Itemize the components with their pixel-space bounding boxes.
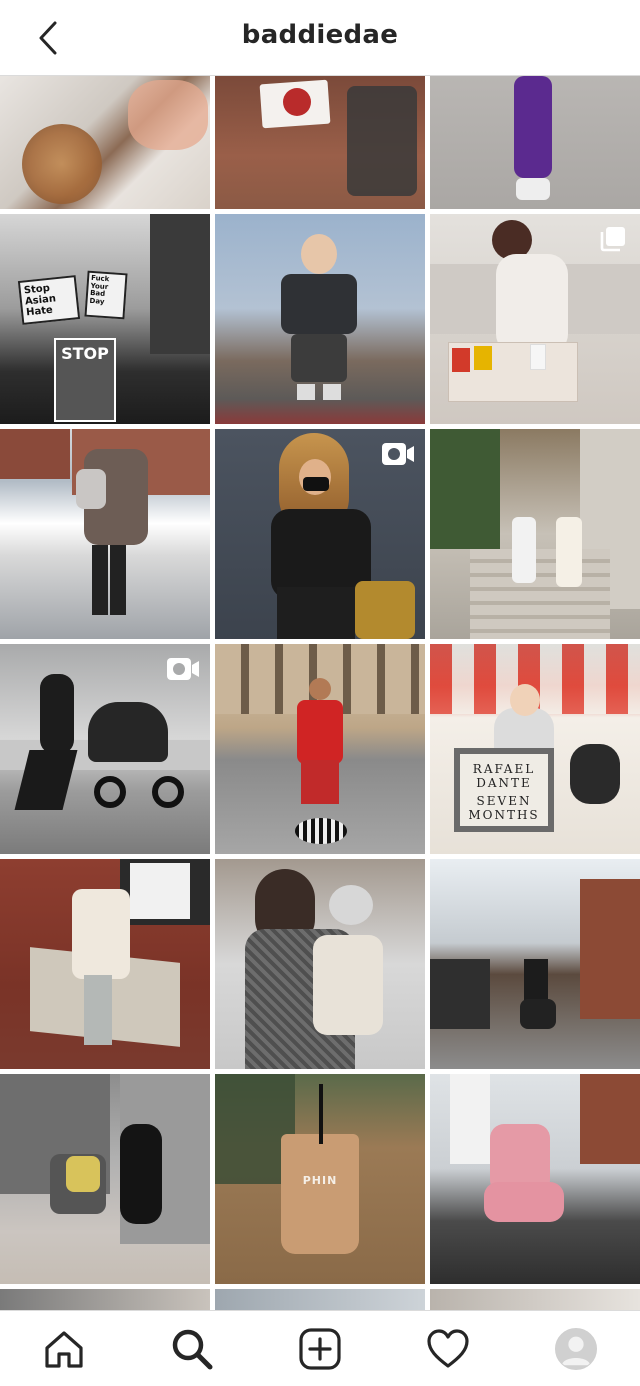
post-tile[interactable]: Stop Asian Hate Fuck Your Bad Day STOP	[0, 214, 210, 424]
post-tile[interactable]	[0, 859, 210, 1069]
sign-text: STOP	[61, 344, 109, 363]
avatar	[555, 1327, 597, 1370]
post-tile[interactable]	[430, 1289, 640, 1310]
post-tile[interactable]	[0, 644, 210, 854]
post-tile[interactable]	[430, 859, 640, 1069]
post-tile[interactable]	[430, 429, 640, 639]
nav-new-post[interactable]	[288, 1317, 352, 1381]
letterboard-line: MONTHS	[468, 808, 540, 822]
letterboard-line: SEVEN	[476, 794, 532, 808]
post-tile[interactable]	[215, 859, 425, 1069]
nav-profile[interactable]	[544, 1317, 608, 1381]
post-tile[interactable]	[430, 76, 640, 209]
post-tile[interactable]	[0, 76, 210, 209]
post-tile[interactable]: PHIN	[215, 1074, 425, 1284]
sign-text: Stop Asian Hate	[23, 282, 57, 319]
post-tile[interactable]	[0, 429, 210, 639]
post-tile[interactable]	[0, 1074, 210, 1284]
sign-text: Fuck Your Bad Day	[89, 273, 110, 306]
explore-grid: Stop Asian Hate Fuck Your Bad Day STOP R…	[0, 76, 640, 1310]
post-tile[interactable]	[430, 1074, 640, 1284]
post-tile[interactable]	[215, 429, 425, 639]
nav-home[interactable]	[32, 1317, 96, 1381]
carousel-badge	[596, 224, 630, 254]
search-icon	[172, 1329, 213, 1369]
post-tile[interactable]	[215, 644, 425, 854]
letterboard-line: DANTE	[476, 776, 532, 790]
cup-logo: PHIN	[302, 1174, 338, 1187]
plus-square-icon	[299, 1327, 341, 1370]
letterboard-line: RAFAEL	[472, 762, 536, 776]
post-tile[interactable]	[215, 1289, 425, 1310]
bottom-navigation	[0, 1310, 640, 1386]
nav-activity[interactable]	[416, 1317, 480, 1381]
default-avatar-icon	[561, 1336, 591, 1365]
heart-icon	[427, 1328, 469, 1368]
video-camera-icon	[382, 443, 414, 465]
top-bar: baddiedae	[0, 0, 640, 76]
post-tile[interactable]	[215, 76, 425, 209]
video-badge	[166, 654, 200, 684]
post-tile[interactable]	[430, 214, 640, 424]
post-tile[interactable]	[215, 214, 425, 424]
profile-username: baddiedae	[241, 20, 399, 50]
video-badge	[381, 439, 415, 469]
post-tile[interactable]	[0, 1289, 210, 1310]
video-camera-icon	[167, 658, 199, 680]
nav-search[interactable]	[160, 1317, 224, 1381]
multiple-photos-icon	[600, 227, 625, 252]
home-icon	[45, 1330, 83, 1368]
post-tile[interactable]: RAFAEL DANTE SEVEN MONTHS	[430, 644, 640, 854]
